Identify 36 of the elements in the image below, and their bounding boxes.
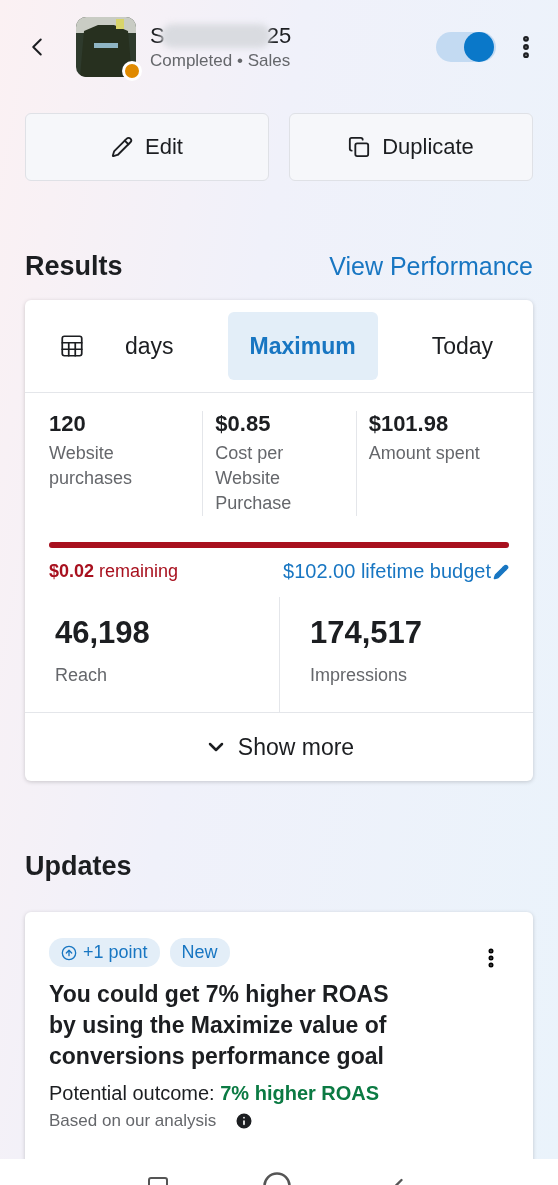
stat-label: Cost per Website Purchase <box>215 442 293 515</box>
section-heading: Results <box>25 251 123 282</box>
calendar-icon <box>59 333 85 359</box>
edit-button[interactable]: Edit <box>25 113 269 181</box>
date-range-tab[interactable]: Today <box>409 312 515 380</box>
date-range-tab[interactable]: Maximum <box>227 312 378 380</box>
pencil-icon <box>493 563 509 580</box>
section-heading: Updates <box>25 851 132 882</box>
stat-value: 120 <box>49 411 87 437</box>
recommendation-title: You could get 7% higher ROAS by using the Maximize value of conversions performance goal <box>49 980 390 1071</box>
view-performance-link[interactable]: View Performance <box>329 252 533 281</box>
total-label: Impressions <box>310 665 409 686</box>
info-icon[interactable] <box>234 1111 255 1131</box>
stat-label: Amount spent <box>368 442 481 465</box>
total-value: 46,198 <box>55 615 151 651</box>
pencil-icon <box>111 136 134 158</box>
total-label: Reach <box>55 665 109 686</box>
date-range-tab[interactable]: days <box>37 312 196 380</box>
remaining-budget: $0.02 remaining <box>49 561 179 582</box>
badge: +1 point <box>49 938 160 967</box>
copy-icon <box>348 136 371 158</box>
badge: New <box>169 938 230 967</box>
stat-label: Website purchases <box>49 442 134 490</box>
show-more-button[interactable]: Show more <box>25 713 533 781</box>
potential-outcome: Potential outcome: 7% higher ROAS <box>49 1082 381 1105</box>
duplicate-button[interactable]: Duplicate <box>289 113 533 181</box>
campaign-toggle[interactable] <box>436 32 496 62</box>
total-value: 174,517 <box>310 615 424 651</box>
arrow-up-icon <box>61 944 77 961</box>
stat-value: $101.98 <box>368 411 450 437</box>
campaign-status: Completed • Sales <box>150 51 292 71</box>
analysis-note: Based on our analysis <box>49 1111 217 1131</box>
stat-value: $0.85 <box>215 411 272 437</box>
campaign-title: S <box>150 23 165 49</box>
campaign-title: 25 <box>266 23 292 49</box>
lifetime-budget-link[interactable]: $102.00 lifetime budget <box>283 560 509 583</box>
